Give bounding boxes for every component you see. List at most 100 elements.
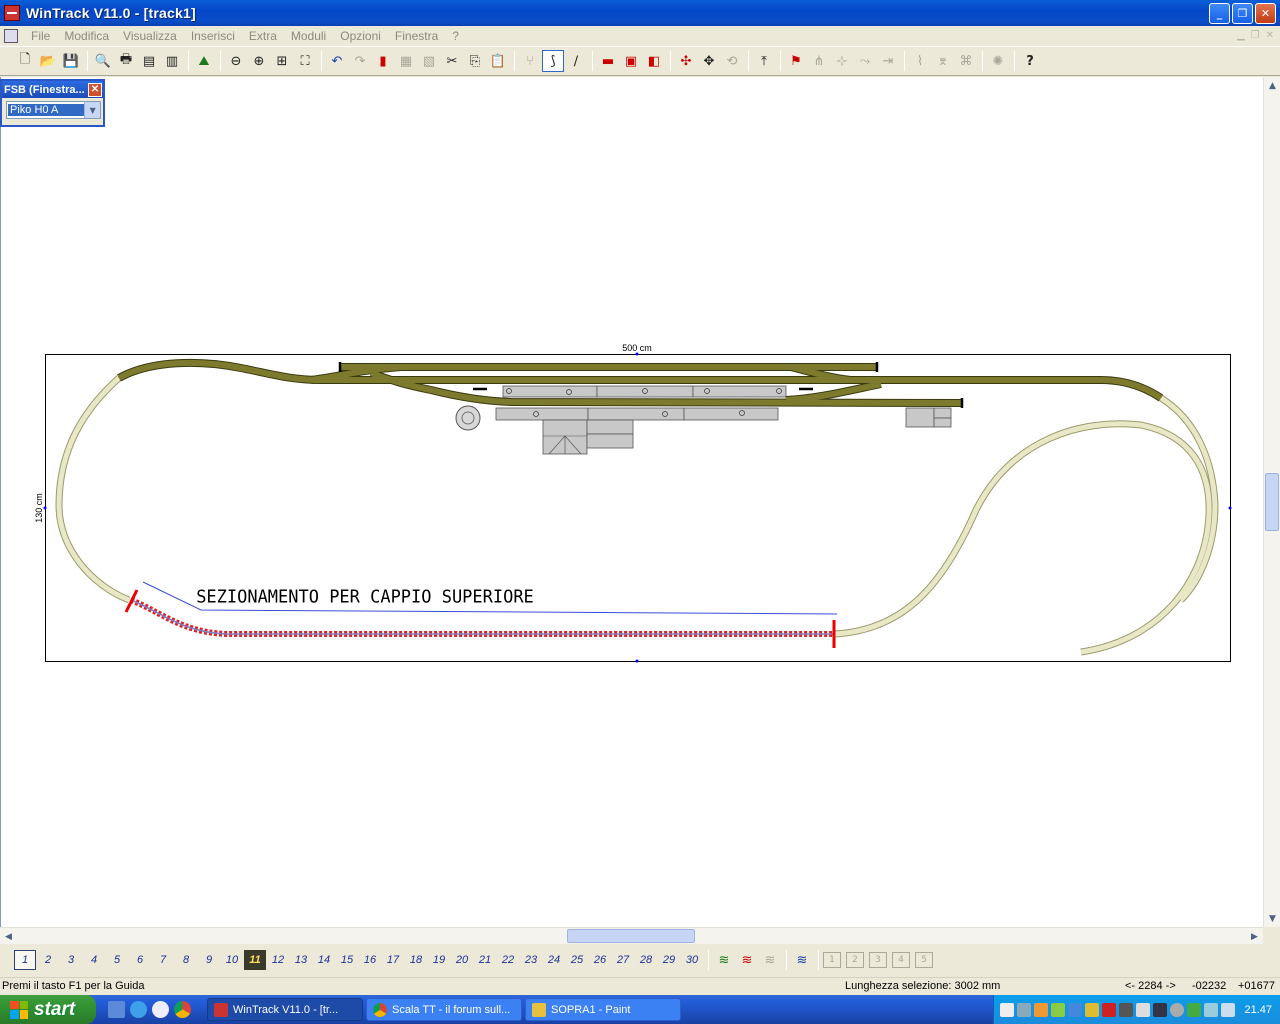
mdi-close-icon[interactable]: ✕ xyxy=(1266,30,1274,41)
show-desktop-icon[interactable] xyxy=(108,1001,125,1018)
chrome-icon[interactable] xyxy=(174,1001,191,1018)
track-canvas[interactable]: 500 cm 130 cm SEZIONAMENTO PER CAPPIO SU… xyxy=(0,77,1263,927)
menu-moduli[interactable]: Moduli xyxy=(284,29,333,43)
zoom-window-icon[interactable]: ⊞ xyxy=(271,50,293,72)
menu-inserisci[interactable]: Inserisci xyxy=(184,29,242,43)
scroll-left-icon[interactable]: ◀ xyxy=(0,928,17,945)
vertical-scroll-thumb[interactable] xyxy=(1265,473,1279,531)
print-setup-icon[interactable]: ▤ xyxy=(138,50,160,72)
copy-icon[interactable]: ⎘ xyxy=(464,50,486,72)
volume-icon[interactable] xyxy=(1136,1002,1151,1017)
page-tab[interactable]: 20 xyxy=(451,950,473,970)
scroll-right-icon[interactable]: ▶ xyxy=(1246,928,1263,945)
tray-icon[interactable] xyxy=(1119,1002,1134,1017)
page-tab[interactable]: 26 xyxy=(589,950,611,970)
tray-icon[interactable] xyxy=(1068,1002,1083,1017)
fsb-panel[interactable]: FSB (Finestra... ✕ Piko H0 A ▼ xyxy=(0,79,105,127)
connect-icon[interactable]: ✣ xyxy=(675,50,697,72)
layers-red-icon[interactable]: ≋ xyxy=(736,950,758,970)
network-icon[interactable] xyxy=(1204,1002,1219,1017)
horizontal-scrollbar[interactable]: ◀ ▶ xyxy=(0,927,1263,944)
parts-list-icon[interactable]: ▥ xyxy=(161,50,183,72)
tray-icon[interactable] xyxy=(1034,1002,1049,1017)
group-icon[interactable]: ▣ xyxy=(620,50,642,72)
page-tab[interactable]: 9 xyxy=(198,950,220,970)
page-tab[interactable]: 11 xyxy=(244,950,266,970)
mdi-restore-icon[interactable]: ❐ xyxy=(1251,30,1260,41)
insert-part-icon[interactable]: ▬ xyxy=(597,50,619,72)
page-tab[interactable]: 30 xyxy=(681,950,703,970)
page-tab[interactable]: 25 xyxy=(566,950,588,970)
page-tab[interactable]: 23 xyxy=(520,950,542,970)
page-tab[interactable]: 2 xyxy=(37,950,59,970)
page-tab[interactable]: 16 xyxy=(359,950,381,970)
open-icon[interactable]: 📂 xyxy=(37,50,59,72)
menu-opzioni[interactable]: Opzioni xyxy=(333,29,388,43)
document-icon[interactable] xyxy=(4,28,18,43)
tray-icon[interactable] xyxy=(1085,1002,1100,1017)
track-system-select[interactable]: Piko H0 A ▼ xyxy=(6,101,101,119)
menu-finestra[interactable]: Finestra xyxy=(388,29,445,43)
page-tab[interactable]: 18 xyxy=(405,950,427,970)
internet-explorer-icon[interactable] xyxy=(130,1001,147,1018)
zoom-in-icon[interactable]: ⊕ xyxy=(248,50,270,72)
close-button[interactable]: ✕ xyxy=(1255,2,1276,24)
scroll-up-icon[interactable]: ▲ xyxy=(1264,77,1280,94)
page-tab[interactable]: 10 xyxy=(221,950,243,970)
signal-icon[interactable]: ⚑ xyxy=(785,50,807,72)
fsb-header[interactable]: FSB (Finestra... ✕ xyxy=(2,81,103,98)
print-icon[interactable]: 🖶 xyxy=(115,50,137,72)
flex-track-icon[interactable]: ∕ xyxy=(565,50,587,72)
page-tab[interactable]: 19 xyxy=(428,950,450,970)
page-tab[interactable]: 6 xyxy=(129,950,151,970)
minimize-button[interactable]: _ xyxy=(1209,2,1230,24)
track-layout-drawing[interactable]: 500 cm 130 cm SEZIONAMENTO PER CAPPIO SU… xyxy=(1,77,1263,927)
undo-icon[interactable]: ↶ xyxy=(326,50,348,72)
menu-modifica[interactable]: Modifica xyxy=(57,29,116,43)
print-preview-icon[interactable]: 🔍 xyxy=(92,50,114,72)
vertical-scrollbar[interactable]: ▲ ▼ xyxy=(1263,77,1280,927)
page-tab[interactable]: 21 xyxy=(474,950,496,970)
page-tab[interactable]: 29 xyxy=(658,950,680,970)
page-tab[interactable]: 17 xyxy=(382,950,404,970)
page-tab[interactable]: 15 xyxy=(336,950,358,970)
task-paint[interactable]: SOPRA1 - Paint xyxy=(525,998,681,1021)
phone-icon[interactable] xyxy=(1221,1002,1236,1017)
landscape-icon[interactable]: ⛰ xyxy=(193,50,215,72)
horizontal-scroll-thumb[interactable] xyxy=(567,929,695,943)
save-icon[interactable]: 💾 xyxy=(60,50,82,72)
curve-tool-icon[interactable]: ⟆ xyxy=(542,50,564,72)
page-tab[interactable]: 28 xyxy=(635,950,657,970)
tray-icon[interactable] xyxy=(1153,1002,1168,1017)
page-tab[interactable]: 4 xyxy=(83,950,105,970)
menu-file[interactable]: File xyxy=(24,29,57,43)
tray-icon[interactable] xyxy=(1187,1002,1202,1017)
page-tab[interactable]: 24 xyxy=(543,950,565,970)
menu-visualizza[interactable]: Visualizza xyxy=(116,29,184,43)
new-icon[interactable]: 🗋 xyxy=(14,50,36,72)
ungroup-icon[interactable]: ◧ xyxy=(643,50,665,72)
mdi-minimize-icon[interactable]: ▁ xyxy=(1237,30,1245,41)
start-button[interactable]: start xyxy=(0,995,96,1024)
page-tab[interactable]: 14 xyxy=(313,950,335,970)
layers-blue-icon[interactable]: ≋ xyxy=(791,950,813,970)
page-tab[interactable]: 7 xyxy=(152,950,174,970)
zoom-all-icon[interactable]: ⛶ xyxy=(294,50,316,72)
page-tab[interactable]: 3 xyxy=(60,950,82,970)
page-tab[interactable]: 1 xyxy=(14,950,36,970)
context-help-icon[interactable]: ? xyxy=(1019,50,1041,72)
scroll-down-icon[interactable]: ▼ xyxy=(1264,910,1280,927)
properties-icon[interactable]: ▮ xyxy=(372,50,394,72)
tray-icon[interactable] xyxy=(1051,1002,1066,1017)
layers-icon[interactable]: ≋ xyxy=(713,950,735,970)
tray-icon[interactable] xyxy=(1017,1002,1032,1017)
tray-icon[interactable] xyxy=(1000,1002,1015,1017)
zoom-out-icon[interactable]: ⊖ xyxy=(225,50,247,72)
height-icon[interactable]: ⤒ xyxy=(753,50,775,72)
task-chrome-forum[interactable]: Scala TT - il forum sull... xyxy=(366,998,522,1021)
page-tab[interactable]: 13 xyxy=(290,950,312,970)
menu-extra[interactable]: Extra xyxy=(242,29,284,43)
tray-icon[interactable] xyxy=(1102,1002,1117,1017)
page-tab[interactable]: 27 xyxy=(612,950,634,970)
page-tab[interactable]: 12 xyxy=(267,950,289,970)
